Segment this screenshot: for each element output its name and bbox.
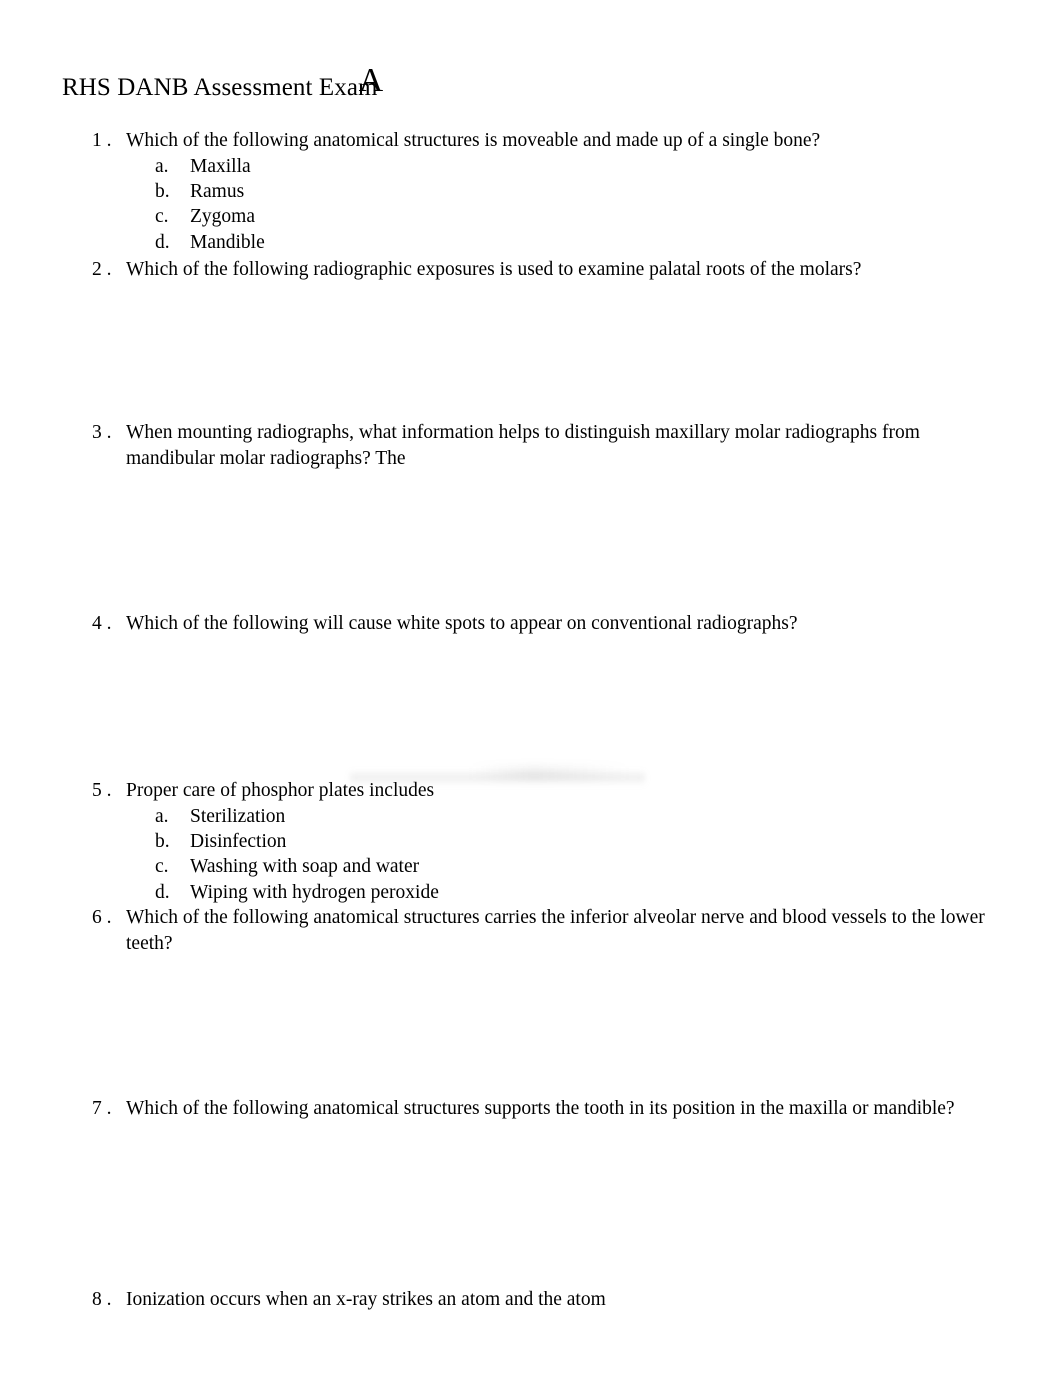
question-number: 5 .: [92, 780, 112, 801]
question-line: 8 . Ionization occurs when an x-ray strik…: [0, 1287, 1062, 1313]
question-number: 8 .: [92, 1289, 112, 1310]
question-number: 7 .: [92, 1098, 112, 1119]
answer-option[interactable]: c. Washing with soap and water: [0, 854, 1062, 879]
question-text: Which of the following radiographic expo…: [126, 259, 862, 280]
answer-option-text: Zygoma: [190, 206, 255, 228]
question-text: Which of the following anatomical struct…: [126, 907, 985, 954]
question-block: 8 . Ionization occurs when an x-ray strik…: [0, 1287, 1062, 1313]
answer-option-letter: c.: [155, 206, 169, 228]
question-number: 1 .: [92, 130, 112, 151]
answer-option-text: Maxilla: [190, 155, 251, 177]
answer-option-list: a. Maxilla b. Ramus c. Zygoma d. Mandible: [0, 154, 1062, 256]
answer-option[interactable]: a. Sterilization: [0, 804, 1062, 829]
question-number: 4 .: [92, 613, 112, 634]
question-block: 5 . Proper care of phosphor plates includ…: [0, 778, 1062, 905]
question-line: 2 . Which of the following radiographic e…: [0, 257, 1062, 283]
answer-option-text: Washing with soap and water: [190, 856, 420, 878]
question-block: 6 . Which of the following anatomical str…: [0, 905, 1062, 956]
question-line: 3 . When mounting radiographs, what infor…: [0, 420, 1062, 471]
answer-option[interactable]: a. Maxilla: [0, 154, 1062, 179]
question-list: 1 . Which of the following anatomical str…: [0, 0, 1062, 1377]
answer-option-text: Ramus: [190, 180, 245, 202]
answer-option-text: Wiping with hydrogen peroxide: [190, 881, 439, 903]
question-text: Ionization occurs when an x-ray strikes …: [126, 1289, 606, 1310]
question-text: Which of the following anatomical struct…: [126, 130, 821, 151]
question-number: 2 .: [92, 259, 112, 280]
question-block: 4 . Which of the following will cause whi…: [0, 611, 1062, 637]
question-number: 3 .: [92, 422, 112, 443]
question-line: 1 . Which of the following anatomical str…: [0, 128, 1062, 154]
question-block: 7 . Which of the following anatomical str…: [0, 1096, 1062, 1122]
document-page: RHS DANB Assessment ExamA 1 . Which of th…: [0, 0, 1062, 1377]
question-block: 1 . Which of the following anatomical str…: [0, 128, 1062, 255]
answer-option[interactable]: b. Disinfection: [0, 829, 1062, 854]
answer-option[interactable]: d. Mandible: [0, 230, 1062, 255]
answer-option-letter: a.: [155, 805, 169, 827]
question-text: Proper care of phosphor plates includes: [126, 780, 435, 801]
answer-option-text: Sterilization: [190, 805, 286, 827]
answer-option-letter: d.: [155, 881, 170, 903]
answer-option-letter: a.: [155, 155, 169, 177]
answer-option-text: Mandible: [190, 231, 265, 253]
question-line: 7 . Which of the following anatomical str…: [0, 1096, 1062, 1122]
answer-option-letter: b.: [155, 180, 170, 202]
answer-option[interactable]: c. Zygoma: [0, 204, 1062, 229]
question-line: 6 . Which of the following anatomical str…: [0, 905, 1062, 956]
answer-option[interactable]: d. Wiping with hydrogen peroxide: [0, 880, 1062, 905]
answer-option-list: a. Sterilization b. Disinfection c. Washing w…: [0, 804, 1062, 906]
question-text: Which of the following anatomical struct…: [126, 1098, 955, 1119]
answer-option-letter: c.: [155, 856, 169, 878]
question-number: 6 .: [92, 907, 112, 928]
question-block: 2 . Which of the following radiographic e…: [0, 257, 1062, 283]
answer-option[interactable]: b. Ramus: [0, 179, 1062, 204]
question-text: When mounting radiographs, what informat…: [126, 422, 920, 469]
question-line: 5 . Proper care of phosphor plates includ…: [0, 778, 1062, 804]
answer-option-text: Disinfection: [190, 830, 287, 852]
question-text: Which of the following will cause white …: [126, 613, 798, 634]
answer-option-letter: d.: [155, 231, 170, 253]
answer-option-letter: b.: [155, 830, 170, 852]
question-block: 3 . When mounting radiographs, what infor…: [0, 420, 1062, 471]
question-line: 4 . Which of the following will cause whi…: [0, 611, 1062, 637]
